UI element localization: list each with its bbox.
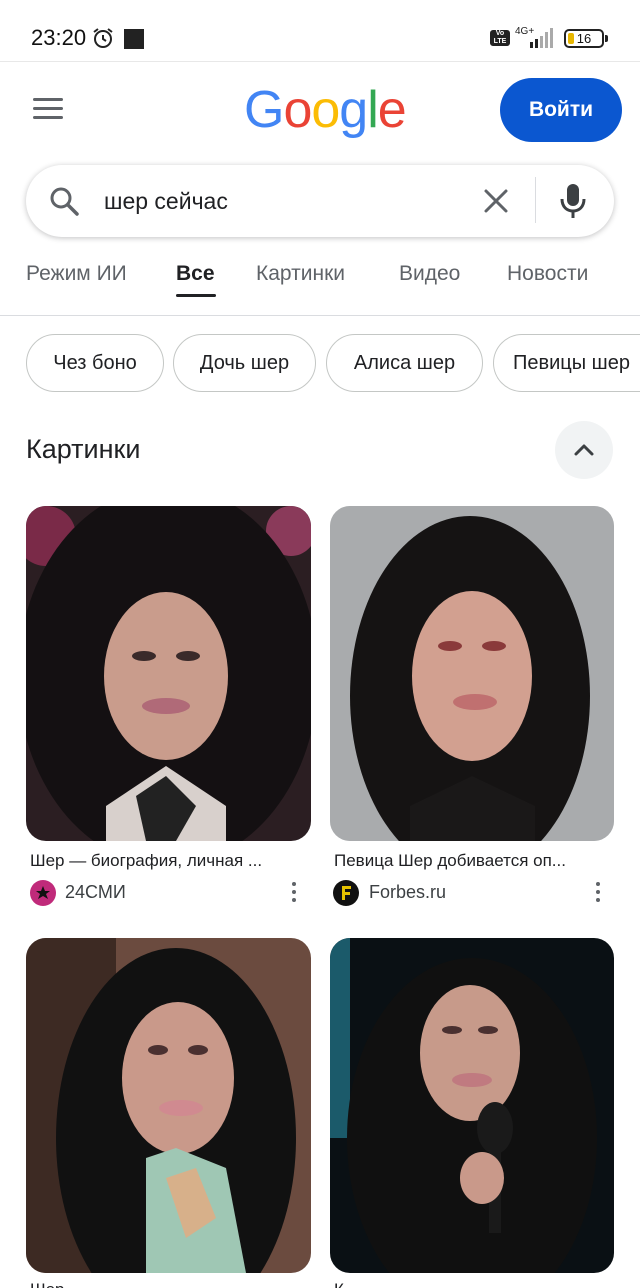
image-result-thumbnail[interactable] <box>330 938 614 1273</box>
status-bar: 23:20 Vo LTE 4G+ 16 <box>0 0 640 62</box>
image-result-title[interactable]: Шер — биография, личная ... <box>30 851 312 871</box>
tab-ai-mode[interactable]: Режим ИИ <box>26 262 127 286</box>
tab-video[interactable]: Видео <box>399 262 460 286</box>
source-favicon-icon <box>30 880 56 906</box>
notification-icon <box>124 29 144 49</box>
image-result-title[interactable]: Шер ... <box>30 1280 312 1288</box>
menu-icon[interactable] <box>33 98 65 122</box>
image-result-title[interactable]: К... <box>334 1280 616 1288</box>
battery-icon: 16 <box>564 29 604 48</box>
mic-icon[interactable] <box>558 182 588 220</box>
chip-related-search[interactable]: Дочь шер <box>173 334 316 392</box>
search-tabs: Режим ИИ Все Картинки Видео Новости <box>0 248 640 316</box>
status-time: 23:20 <box>31 25 87 50</box>
chip-related-search[interactable]: Певицы шер <box>493 334 640 392</box>
portrait-image <box>330 506 614 841</box>
chip-related-search[interactable]: Алиса шер <box>326 334 483 392</box>
login-button[interactable]: Войти <box>500 78 622 142</box>
search-icon[interactable] <box>48 185 80 217</box>
volte-label: Vo LTE <box>493 30 507 45</box>
active-tab-indicator <box>176 294 216 297</box>
image-result-thumbnail[interactable] <box>26 506 311 841</box>
search-divider <box>535 177 536 223</box>
section-title: Картинки <box>26 434 141 464</box>
image-result-source[interactable]: Forbes.ru <box>369 882 446 903</box>
tab-images[interactable]: Картинки <box>256 262 345 286</box>
portrait-image <box>330 938 614 1273</box>
menu-line <box>33 107 63 110</box>
chip-related-search[interactable]: Чез боно <box>26 334 164 392</box>
battery-tip <box>605 35 608 42</box>
image-result-thumbnail[interactable] <box>330 506 614 841</box>
clear-icon[interactable] <box>482 187 510 215</box>
image-result-source[interactable]: 24СМИ <box>65 882 126 903</box>
collapse-button[interactable] <box>555 421 613 479</box>
search-input[interactable]: шер сейчас <box>104 185 228 217</box>
tab-news[interactable]: Новости <box>507 262 588 286</box>
google-logo[interactable]: Google <box>244 80 407 142</box>
menu-line <box>33 98 63 101</box>
more-options-icon[interactable] <box>594 882 602 904</box>
more-options-icon[interactable] <box>290 882 298 904</box>
chevron-up-icon <box>574 444 594 456</box>
volte-icon: Vo LTE <box>490 30 510 46</box>
image-result-title[interactable]: Певица Шер добивается оп... <box>334 851 616 871</box>
battery-level: 16 <box>576 31 592 46</box>
portrait-image <box>26 938 311 1273</box>
image-result-thumbnail[interactable] <box>26 938 311 1273</box>
alarm-icon <box>93 28 113 48</box>
source-favicon-icon <box>333 880 359 906</box>
menu-line <box>33 116 63 119</box>
signal-icon <box>530 28 553 48</box>
tab-all[interactable]: Все <box>176 262 215 286</box>
portrait-image <box>26 506 311 841</box>
search-box[interactable]: шер сейчас <box>26 165 614 237</box>
